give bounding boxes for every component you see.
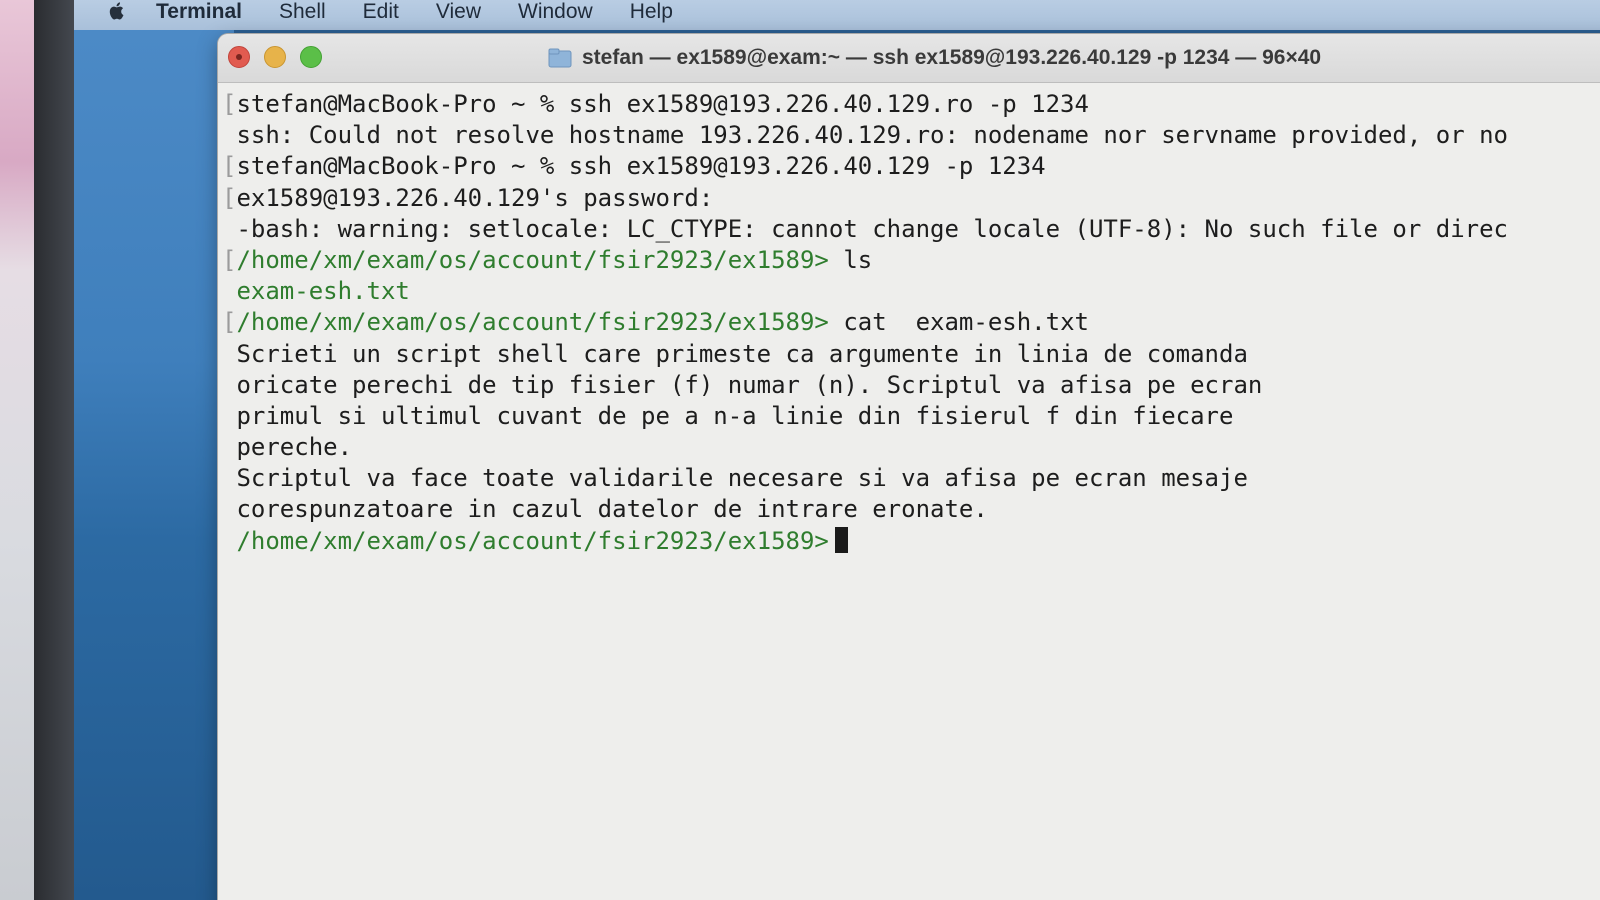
desktop: Terminal Shell Edit View Window Help ste… [0, 0, 1600, 900]
line-text: cat exam-esh.txt [828, 308, 1089, 337]
screen-bezel [34, 0, 74, 900]
zoom-button[interactable] [300, 46, 322, 68]
desktop-edge [0, 0, 36, 900]
line-text: corespunzatoare in cazul datelor de intr… [236, 495, 988, 524]
apple-icon[interactable] [106, 0, 128, 22]
terminal-line: exam-esh.txt [222, 276, 1600, 307]
line-prompt: /home/xm/exam/os/account/fsir2923/ex1589… [236, 308, 829, 337]
line-text: ssh: Could not resolve hostname 193.226.… [236, 121, 1508, 150]
close-icon [236, 54, 242, 60]
line-text: primul si ultimul cuvant de pe a n-a lin… [236, 401, 1234, 430]
terminal-line: [/home/xm/exam/os/account/fsir2923/ex158… [222, 307, 1600, 338]
terminal-line: [stefan@MacBook-Pro ~ % ssh ex1589@193.2… [222, 151, 1600, 182]
line-prompt: /home/xm/exam/os/account/fsir2923/ex1589… [236, 245, 829, 274]
terminal-current-line[interactable]: /home/xm/exam/os/account/fsir2923/ex1589… [222, 526, 1600, 557]
menu-window[interactable]: Window [518, 0, 593, 24]
line-text: stefan@MacBook-Pro ~ % ssh ex1589@193.22… [236, 90, 1089, 118]
line-text: -bash: warning: setlocale: LC_CTYPE: can… [236, 214, 1508, 243]
terminal-line: [/home/xm/exam/os/account/fsir2923/ex158… [222, 245, 1600, 276]
line-text: oricate perechi de tip fisier (f) numar … [236, 370, 1263, 399]
terminal-line: [ex1589@193.226.40.129's password: [222, 183, 1600, 214]
line-mark: [ [222, 183, 237, 212]
line-mark: [ [222, 245, 237, 274]
terminal-line: pereche. [222, 432, 1600, 463]
terminal-line: oricate perechi de tip fisier (f) numar … [222, 370, 1600, 401]
line-prompt: exam-esh.txt [236, 277, 410, 306]
menu-view[interactable]: View [436, 0, 481, 24]
minimize-button[interactable] [264, 46, 286, 68]
line-text: ls [828, 245, 873, 274]
line-mark: [ [222, 90, 237, 118]
window-titlebar[interactable]: stefan — ex1589@exam:~ — ssh ex1589@193.… [218, 34, 1600, 83]
close-button[interactable] [228, 46, 250, 68]
terminal-line: ssh: Could not resolve hostname 193.226.… [222, 120, 1600, 151]
menu-terminal[interactable]: Terminal [156, 0, 242, 24]
folder-icon [548, 48, 572, 68]
menu-help[interactable]: Help [630, 0, 673, 24]
line-text: pereche. [236, 433, 353, 462]
current-prompt: /home/xm/exam/os/account/fsir2923/ex1589… [236, 526, 829, 555]
desktop-wallpaper [74, 0, 234, 900]
window-title-group: stefan — ex1589@exam:~ — ssh ex1589@193.… [548, 46, 1321, 70]
terminal-line: Scrieti un script shell care primeste ca… [222, 339, 1600, 370]
terminal-line: [stefan@MacBook-Pro ~ % ssh ex1589@193.2… [222, 89, 1600, 120]
line-text: stefan@MacBook-Pro ~ % ssh ex1589@193.22… [236, 152, 1046, 181]
terminal-window: stefan — ex1589@exam:~ — ssh ex1589@193.… [218, 34, 1600, 900]
terminal-line: -bash: warning: setlocale: LC_CTYPE: can… [222, 214, 1600, 245]
menu-bar: Terminal Shell Edit View Window Help [74, 0, 1600, 30]
line-mark: [ [222, 152, 237, 181]
line-text: ex1589@193.226.40.129's password: [236, 183, 714, 212]
terminal-line: primul si ultimul cuvant de pe a n-a lin… [222, 401, 1600, 432]
terminal-line: corespunzatoare in cazul datelor de intr… [222, 494, 1600, 525]
terminal-output[interactable]: [stefan@MacBook-Pro ~ % ssh ex1589@193.2… [218, 83, 1600, 557]
line-text: Scriptul va face toate validarile necesa… [236, 464, 1248, 493]
text-cursor [834, 526, 848, 553]
menu-edit[interactable]: Edit [363, 0, 399, 24]
line-text: Scrieti un script shell care primeste ca… [236, 339, 1248, 368]
terminal-line: Scriptul va face toate validarile necesa… [222, 463, 1600, 494]
window-title: stefan — ex1589@exam:~ — ssh ex1589@193.… [582, 46, 1322, 69]
line-mark: [ [222, 308, 237, 337]
menu-shell[interactable]: Shell [279, 0, 326, 24]
